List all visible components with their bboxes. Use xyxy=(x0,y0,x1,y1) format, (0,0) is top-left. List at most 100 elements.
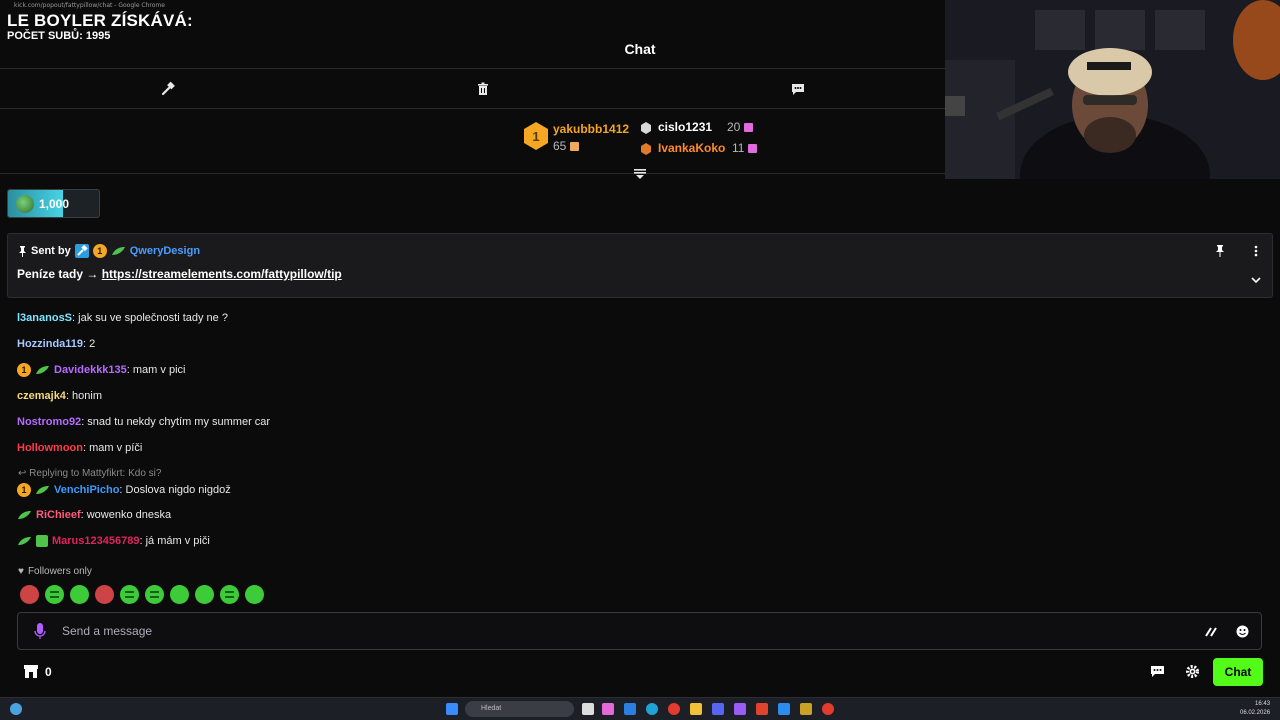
edge-icon[interactable] xyxy=(646,703,658,715)
reply-hint[interactable]: ↩ Replying to Mattyfikrt: Kdo si? xyxy=(18,468,161,479)
leaf-badge-icon xyxy=(18,537,31,545)
more-options-icon[interactable] xyxy=(1250,244,1262,257)
overlay-title: LE BOYLER ZÍSKÁVÁ: xyxy=(7,11,193,30)
expand-chevron-icon[interactable] xyxy=(1250,273,1262,285)
microphone-icon[interactable] xyxy=(34,623,46,640)
chat-message: RiChieef: wowenko dneska xyxy=(17,509,171,521)
leader-first-name[interactable]: yakubbb1412 xyxy=(553,122,629,136)
chat-username[interactable]: l3ananosS xyxy=(17,312,72,324)
followers-only-notice: ♥ Followers only xyxy=(18,566,92,577)
emote-icon[interactable] xyxy=(195,585,214,604)
chat-text: : mam v pici xyxy=(126,364,186,376)
leader-third-count-value: 11 xyxy=(732,141,745,155)
taskbar-search[interactable]: Hledat xyxy=(465,701,574,717)
chat-message: Hozzinda119: 2 xyxy=(17,338,95,350)
subscriber-badge-icon: 1 xyxy=(17,483,31,497)
chat-username[interactable]: Hozzinda119 xyxy=(17,338,83,350)
folder-icon[interactable] xyxy=(690,703,702,715)
emote-icon[interactable] xyxy=(45,585,64,604)
send-chat-button[interactable]: Chat xyxy=(1213,658,1263,686)
message-input-box xyxy=(17,612,1262,650)
hammer-icon[interactable] xyxy=(160,81,176,97)
leader-third-name[interactable]: IvankaKoko xyxy=(658,141,725,155)
gift-icon xyxy=(747,144,757,154)
chat-text: : mam v píči xyxy=(83,442,143,454)
weather-icon[interactable] xyxy=(10,703,22,715)
subscriber-badge-icon: 1 xyxy=(17,363,31,377)
store-icon[interactable] xyxy=(23,663,39,679)
chat-username[interactable]: RiChieef xyxy=(36,509,81,521)
chat-text: : Doslova nigdo nigdož xyxy=(119,484,231,496)
chat-message: l3ananosS: jak su ve společnosti tady ne… xyxy=(17,312,228,324)
chat-username[interactable]: Hollowmoon xyxy=(17,442,83,454)
store-app-icon[interactable] xyxy=(624,703,636,715)
store-count: 0 xyxy=(45,665,52,679)
chat-username[interactable]: Davidekkk135 xyxy=(54,364,127,376)
leader-second-name[interactable]: cislo1231 xyxy=(658,120,712,134)
chrome-icon[interactable] xyxy=(668,703,680,715)
chat-message: 1 VenchiPicho: Doslova nigdo nigdož xyxy=(17,483,231,497)
emote-icon[interactable] xyxy=(20,585,39,604)
reply-arrow-icon: ↩ xyxy=(18,468,27,479)
pinned-username[interactable]: QweryDesign xyxy=(130,245,200,257)
app-icon[interactable] xyxy=(800,703,812,715)
app-icon[interactable] xyxy=(602,703,614,715)
chat-message: Hollowmoon: mam v píči xyxy=(17,442,142,454)
moderator-badge-icon xyxy=(74,244,89,258)
gift-icon xyxy=(743,123,753,133)
gift-badge-icon xyxy=(36,535,48,547)
tools-icon[interactable] xyxy=(1204,624,1219,639)
chat-bubble-icon[interactable] xyxy=(790,81,806,97)
leader-second-count: 20 xyxy=(727,120,753,134)
leader-third-count: 11 xyxy=(732,141,757,155)
chat-username[interactable]: VenchiPicho xyxy=(54,484,119,496)
leaf-badge-icon xyxy=(36,486,49,494)
unpin-icon[interactable] xyxy=(1214,244,1226,257)
chat-username[interactable]: czemajk4 xyxy=(17,390,66,402)
chat-username[interactable]: Marus123456789 xyxy=(52,535,139,547)
clock[interactable]: 16:43 06.02.2026 xyxy=(1240,700,1270,718)
app-root: kick.com/popout/fattypillow/chat - Googl… xyxy=(0,0,1280,720)
discord-icon[interactable] xyxy=(712,703,724,715)
pinned-sender-row: Sent by 1 QweryDesign xyxy=(18,244,200,258)
chrome-icon[interactable] xyxy=(822,703,834,715)
clock-time: 16:43 xyxy=(1255,701,1271,707)
pinned-link[interactable]: https://streamelements.com/fattypillow/t… xyxy=(102,267,342,281)
emote-icon[interactable] xyxy=(170,585,189,604)
clock-date: 06.02.2026 xyxy=(1240,710,1271,716)
subscriber-badge-icon: 1 xyxy=(92,244,107,258)
message-input[interactable] xyxy=(62,622,1162,640)
points-value: 1,000 xyxy=(39,197,70,211)
os-taskbar: Hledat 16:43 06.02.2026 xyxy=(0,697,1280,720)
leader-second-count-value: 20 xyxy=(727,120,741,134)
followers-only-text: Followers only xyxy=(27,566,92,577)
chat-text: : wowenko dneska xyxy=(80,509,172,521)
emote-icon[interactable] xyxy=(95,585,114,604)
app-icon[interactable] xyxy=(756,703,768,715)
chat-bubble-icon[interactable] xyxy=(1150,664,1165,679)
pinned-message: Sent by 1 QweryDesign Peníze tady → http… xyxy=(7,233,1273,298)
start-icon[interactable] xyxy=(446,703,458,715)
collapse-chevron-icon[interactable] xyxy=(633,166,647,180)
reply-hint-text: Replying to Mattyfikrt: Kdo si? xyxy=(29,468,162,479)
gold-rank-badge-icon: 1 xyxy=(523,121,549,151)
silver-rank-icon xyxy=(640,121,652,134)
channel-points-button[interactable]: 1,000 xyxy=(7,189,100,218)
emote-icon[interactable] xyxy=(145,585,164,604)
chat-message: czemajk4: honim xyxy=(17,390,102,402)
trash-icon[interactable] xyxy=(475,81,491,97)
leaf-badge-icon xyxy=(36,366,49,374)
emoji-icon[interactable] xyxy=(1235,624,1250,639)
task-view-icon[interactable] xyxy=(582,703,594,715)
browser-title: kick.com/popout/fattypillow/chat - Googl… xyxy=(14,2,165,9)
app-icon[interactable] xyxy=(778,703,790,715)
emote-icon[interactable] xyxy=(70,585,89,604)
gear-icon[interactable] xyxy=(1185,664,1200,679)
pinned-text-prefix: Peníze tady → xyxy=(17,267,102,281)
chat-username[interactable]: Nostromo92 xyxy=(17,416,81,428)
app-icon[interactable] xyxy=(734,703,746,715)
chat-text: : 2 xyxy=(83,338,96,350)
emote-icon[interactable] xyxy=(220,585,239,604)
emote-icon[interactable] xyxy=(120,585,139,604)
emote-icon[interactable] xyxy=(245,585,264,604)
